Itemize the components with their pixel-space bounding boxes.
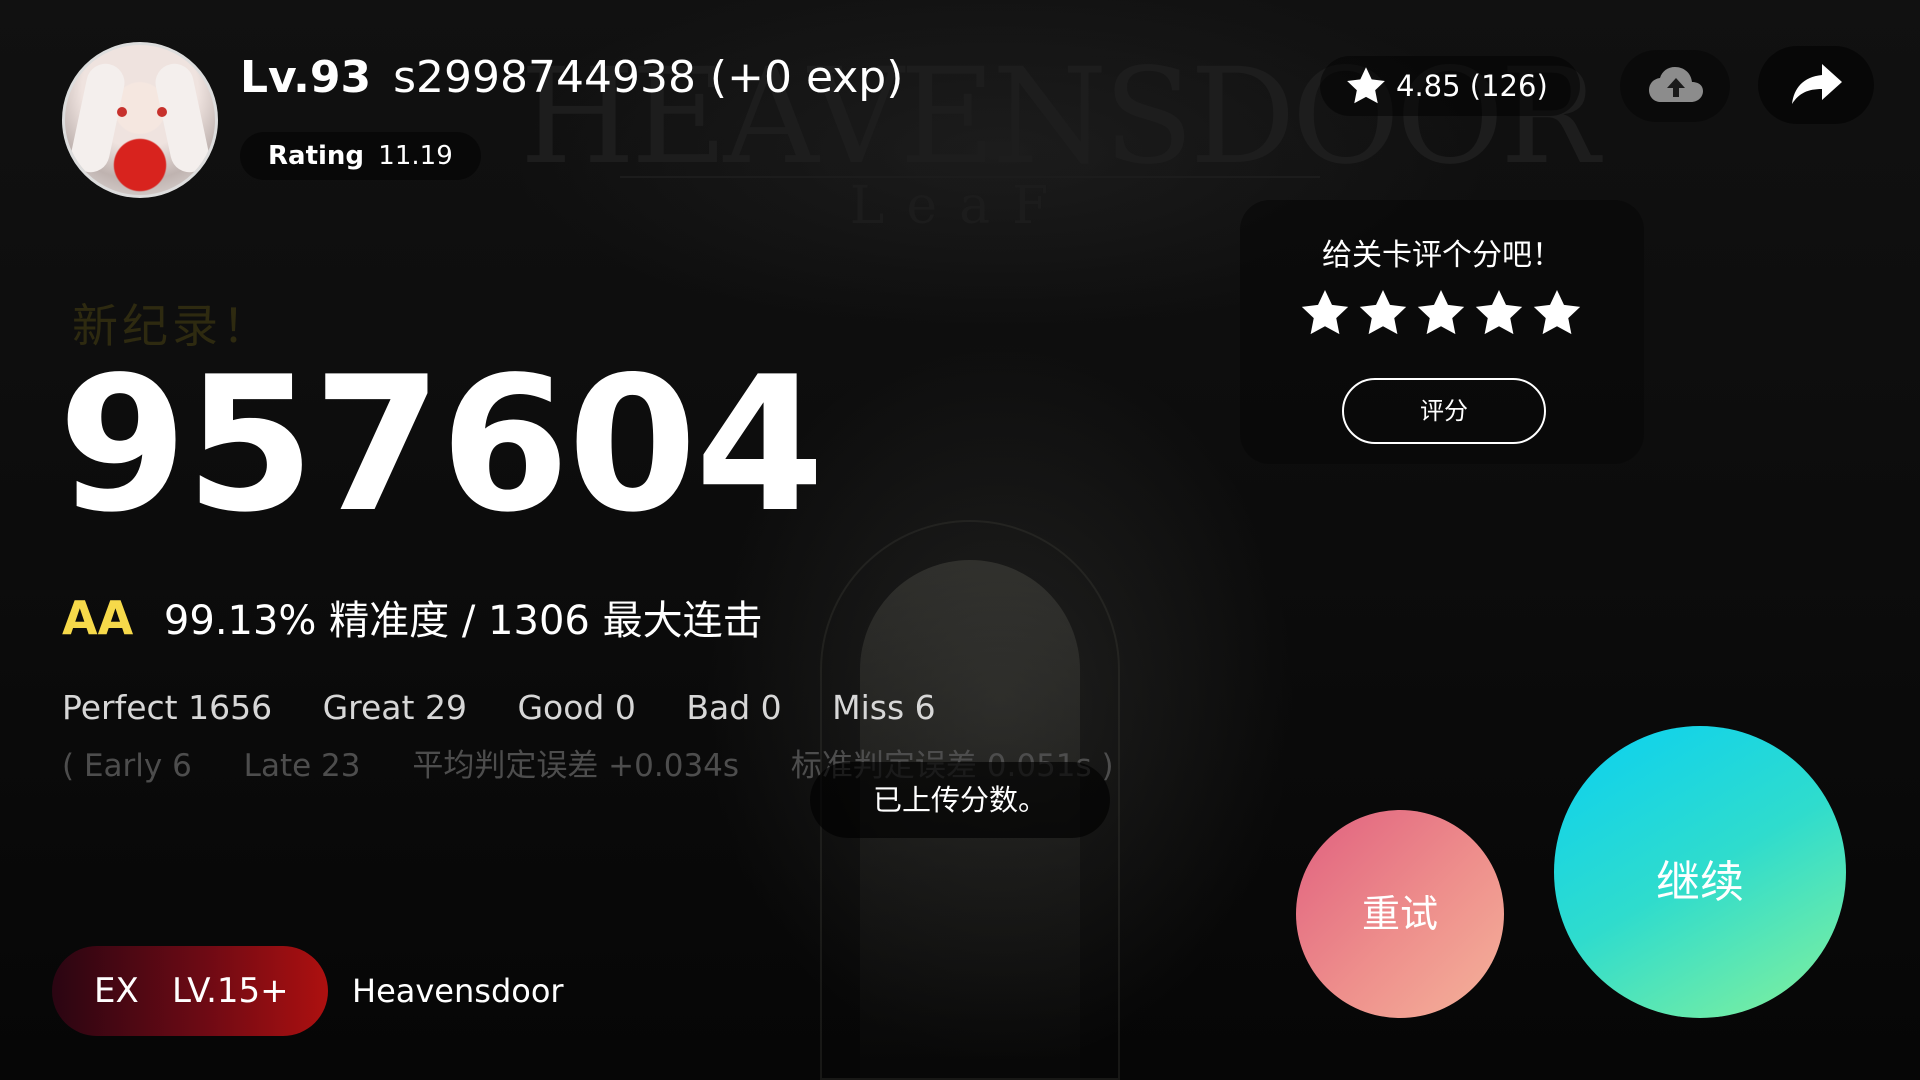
avatar-eyes [117,107,167,117]
rate-star-icon[interactable] [1356,286,1410,340]
avatar[interactable] [62,42,218,198]
player-name-exp: s2998744938 (+0 exp) [393,52,904,103]
judgement-counts: Perfect 1656 Great 29 Good 0 Bad 0 Miss … [62,688,976,727]
score-value: 957604 [58,336,825,553]
difficulty-name: EX [94,971,139,1011]
continue-label: 继续 [1656,857,1744,908]
continue-button[interactable]: 继续 [1554,726,1846,1018]
share-button[interactable] [1758,46,1874,124]
level-rating-score: 4.85 (126) [1396,69,1548,103]
judgement-great: Great 29 [322,688,467,727]
rate-star-icon[interactable] [1472,286,1526,340]
rate-level-panel: 给关卡评个分吧！ 评分 [1240,200,1644,464]
judgement-bad: Bad 0 [686,688,782,727]
difficulty-level: LV.15+ [172,971,289,1011]
detail-late: Late 23 [243,748,361,784]
rate-stars[interactable] [1298,286,1588,346]
cloud-upload-icon [1649,67,1703,102]
player-rating: Rating 11.19 [240,132,481,180]
song-title: Heavensdoor [352,972,564,1010]
rate-star-icon[interactable] [1530,286,1584,340]
submit-rating-button[interactable]: 评分 [1342,378,1546,444]
avatar-hair-right [151,60,213,176]
retry-button[interactable]: 重试 [1296,810,1504,1018]
player-level: Lv.93 [240,52,372,103]
detail-early: ( Early 6 [62,748,192,784]
rate-prompt: 给关卡评个分吧！ [1322,238,1562,273]
player-info: Lv.93 s2998744938 (+0 exp) [240,52,903,103]
rate-star-icon[interactable] [1298,286,1352,340]
avatar-hair-left [67,60,129,176]
accuracy-combo: 99.13% 精准度 / 1306 最大连击 [163,598,763,644]
rating-label: Rating [268,141,365,171]
result-screen: HEAVENSDOOR LeaF Lv.93 s2998744938 (+0 e… [0,0,1920,1080]
grade-badge: AA [62,591,134,645]
upload-button[interactable] [1620,50,1730,122]
rating-value: 11.19 [378,141,453,171]
upload-toast: 已上传分数。 [810,762,1110,838]
level-rating-badge[interactable]: 4.85 (126) [1320,56,1580,116]
share-arrow-icon [1792,64,1842,104]
detail-mean-offset: 平均判定误差 +0.034s [412,748,740,784]
judgement-good: Good 0 [517,688,636,727]
accuracy-line: AA 99.13% 精准度 / 1306 最大连击 [62,588,763,646]
background-subtitle: LeaF [849,176,1071,236]
difficulty-badge: EX LV.15+ [52,946,328,1036]
rate-star-icon[interactable] [1414,286,1468,340]
judgement-miss: Miss 6 [832,688,936,727]
background-divider [620,176,1320,178]
judgement-perfect: Perfect 1656 [62,688,273,727]
star-icon [1347,67,1385,104]
